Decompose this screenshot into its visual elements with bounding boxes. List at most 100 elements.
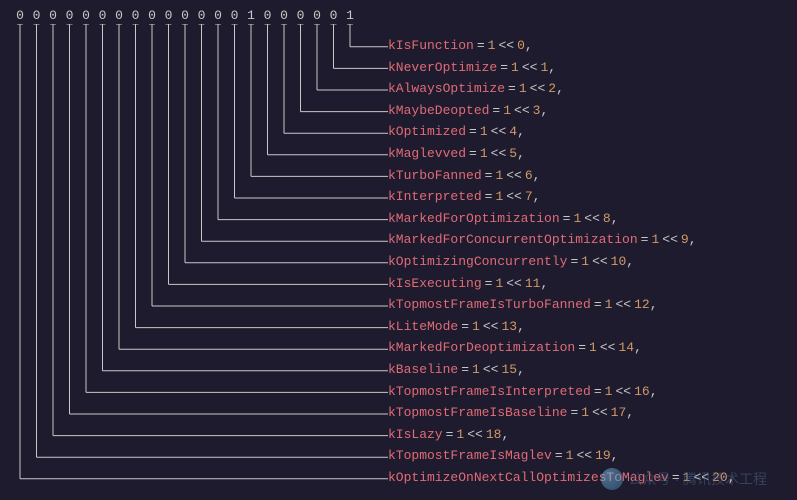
literal-one: 1 [589,340,597,355]
flag-name: kTopmostFrameIsBaseline [388,405,567,420]
shift-operator: << [483,362,499,377]
shift-amount: 6 [525,168,533,183]
shift-amount: 18 [486,427,502,442]
bit-6: 0 [113,8,125,23]
flag-row-5: kMaglevved=1<<5, [388,143,736,165]
equals-sign: = [594,297,602,312]
shift-operator: << [491,146,507,161]
shift-amount: 10 [611,254,627,269]
flag-name: kOptimizingConcurrently [388,254,567,269]
flag-row-1: kNeverOptimize=1<<1, [388,57,736,79]
shift-operator: << [467,427,483,442]
bit-13: 0 [229,8,241,23]
flag-row-3: kMaybeDeopted=1<<3, [388,100,736,122]
flag-row-18: kIsLazy=1<<18, [388,424,736,446]
flag-name: kTopmostFrameIsInterpreted [388,384,591,399]
bit-11: 0 [196,8,208,23]
shift-amount: 17 [611,405,627,420]
literal-one: 1 [472,362,480,377]
flag-name: kMaglevved [388,146,466,161]
bit-7: 0 [130,8,142,23]
equals-sign: = [578,340,586,355]
comma: , [689,232,697,247]
shift-operator: << [514,103,530,118]
equals-sign: = [570,405,578,420]
shift-operator: << [506,189,522,204]
flag-row-14: kMarkedForDeoptimization=1<<14, [388,337,736,359]
flag-name: kTopmostFrameIsMaglev [388,448,552,463]
comma: , [611,211,619,226]
comma: , [517,362,525,377]
shift-operator: << [592,405,608,420]
watermark-icon [601,468,623,490]
flag-row-10: kOptimizingConcurrently=1<<10, [388,251,736,273]
equals-sign: = [641,232,649,247]
literal-one: 1 [581,405,589,420]
literal-one: 1 [605,297,613,312]
equals-sign: = [485,276,493,291]
comma: , [517,124,525,139]
flag-name: kLiteMode [388,319,458,334]
flag-row-8: kMarkedForOptimization=1<<8, [388,208,736,230]
equals-sign: = [477,38,485,53]
literal-one: 1 [472,319,480,334]
comma: , [533,189,541,204]
flag-row-12: kTopmostFrameIsTurboFanned=1<<12, [388,294,736,316]
comma: , [501,427,509,442]
literal-one: 1 [573,211,581,226]
flag-name: kTurboFanned [388,168,482,183]
bits-row: 000000000000001000001 [14,8,797,23]
literal-one: 1 [503,103,511,118]
diagram-container: 000000000000001000001 kIsFunction=1<<0,k… [0,0,797,500]
shift-amount: 9 [681,232,689,247]
shift-amount: 11 [525,276,541,291]
shift-amount: 15 [501,362,517,377]
comma: , [540,103,548,118]
flag-row-11: kIsExecuting=1<<11, [388,273,736,295]
flag-row-0: kIsFunction=1<<0, [388,35,736,57]
shift-amount: 0 [517,38,525,53]
flag-name: kOptimized [388,124,466,139]
equals-sign: = [492,103,500,118]
flag-name: kTopmostFrameIsTurboFanned [388,297,591,312]
shift-amount: 14 [618,340,634,355]
shift-amount: 8 [603,211,611,226]
equals-sign: = [485,168,493,183]
flag-name: kBaseline [388,362,458,377]
flag-name: kMarkedForDeoptimization [388,340,575,355]
equals-sign: = [446,427,454,442]
equals-sign: = [563,211,571,226]
comma: , [540,276,548,291]
shift-amount: 19 [595,448,611,463]
shift-operator: << [615,297,631,312]
shift-operator: << [483,319,499,334]
shift-operator: << [576,448,592,463]
flag-row-6: kTurboFanned=1<<6, [388,165,736,187]
literal-one: 1 [456,427,464,442]
bit-0: 0 [14,8,26,23]
flag-name: kAlwaysOptimize [388,81,505,96]
flag-row-19: kTopmostFrameIsMaglev=1<<19, [388,445,736,467]
literal-one: 1 [566,448,574,463]
shift-operator: << [522,60,538,75]
comma: , [556,81,564,96]
literal-one: 1 [488,38,496,53]
bit-17: 0 [295,8,307,23]
bit-4: 0 [80,8,92,23]
shift-amount: 7 [525,189,533,204]
comma: , [626,254,634,269]
literal-one: 1 [495,189,503,204]
literal-one: 1 [495,168,503,183]
shift-operator: << [498,38,514,53]
shift-operator: << [584,211,600,226]
literal-one: 1 [581,254,589,269]
equals-sign: = [461,319,469,334]
equals-sign: = [555,448,563,463]
shift-amount: 12 [634,297,650,312]
equals-sign: = [594,384,602,399]
flag-name: kIsExecuting [388,276,482,291]
equals-sign: = [485,189,493,204]
flag-name: kMaybeDeopted [388,103,489,118]
bit-1: 0 [31,8,43,23]
equals-sign: = [461,362,469,377]
